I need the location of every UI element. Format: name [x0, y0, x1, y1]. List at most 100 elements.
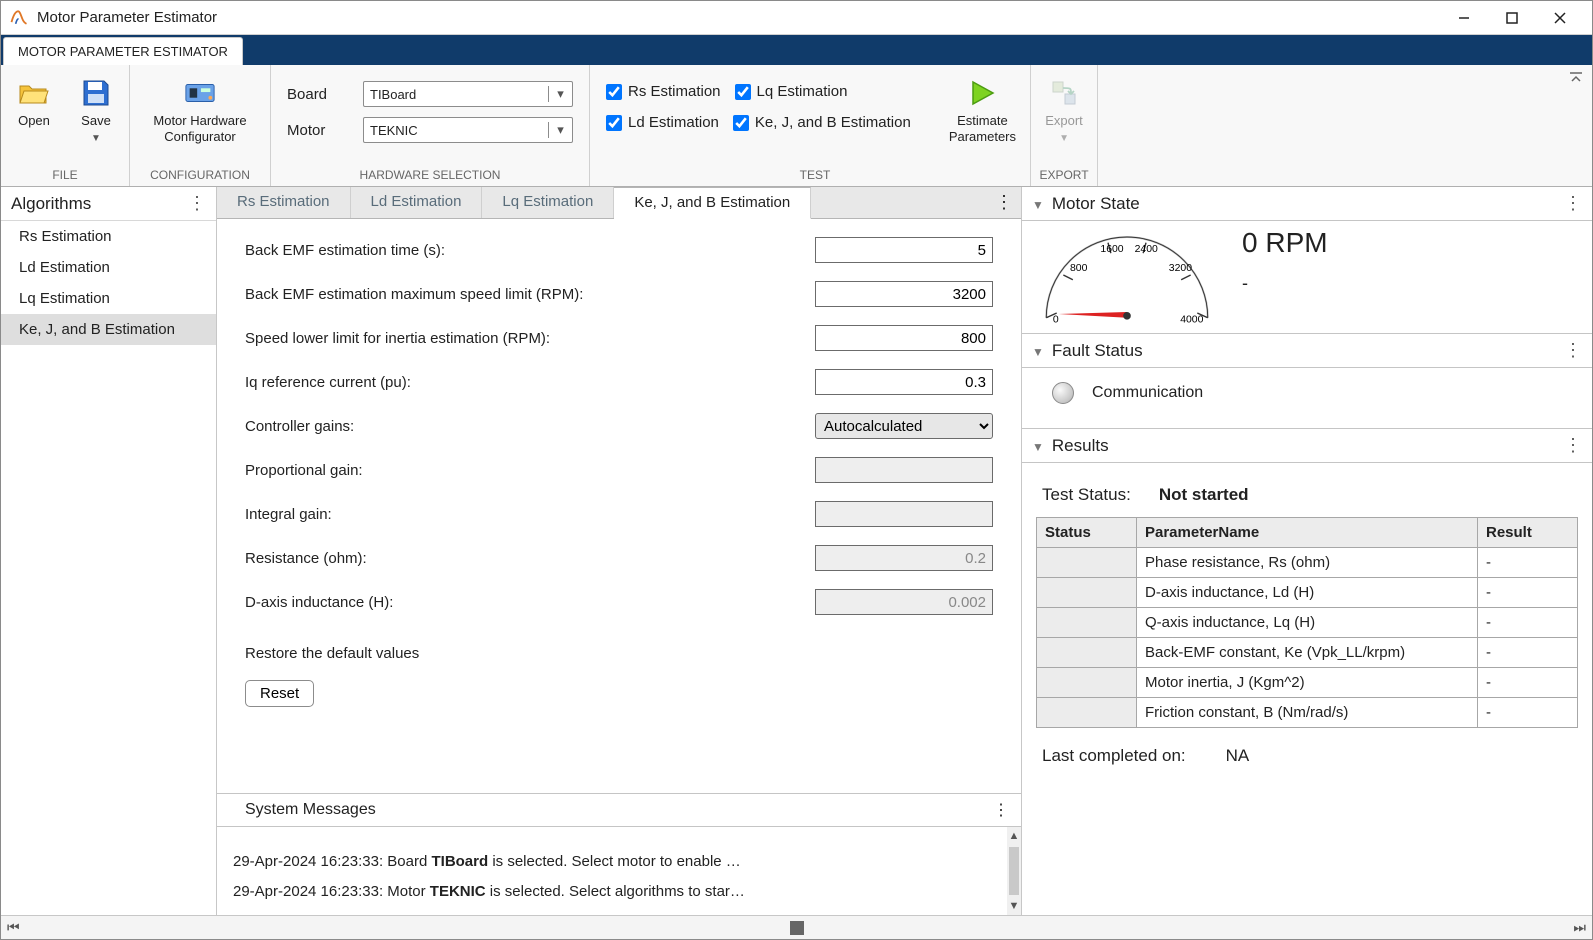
maximize-button[interactable] [1488, 1, 1536, 35]
minimize-button[interactable] [1440, 1, 1488, 35]
system-messages-scrollbar[interactable]: ▲ ▼ [1007, 827, 1021, 915]
collapse-icon[interactable]: ▼ [1032, 198, 1044, 212]
form-input[interactable] [815, 237, 993, 263]
motor-hardware-configurator-button[interactable]: Motor HardwareConfigurator [136, 73, 264, 148]
form-input [815, 589, 993, 615]
test-status-label: Test Status: [1042, 485, 1131, 505]
rs-estimation-checkbox[interactable]: Rs Estimation [606, 83, 721, 100]
form-label: Proportional gain: [245, 462, 815, 479]
lq-estimation-checkbox[interactable]: Lq Estimation [735, 83, 848, 100]
algorithms-title: Algorithms [11, 194, 91, 214]
ribbon-group-configuration: Motor HardwareConfigurator CONFIGURATION [130, 65, 271, 186]
caret-down-icon: ▼ [91, 133, 101, 144]
results-header: ▼Results ⋮ [1022, 428, 1592, 463]
export-button[interactable]: Export ▼ [1037, 73, 1091, 148]
motor-select[interactable]: TEKNIC ▾ [363, 117, 573, 143]
svg-text:3200: 3200 [1169, 263, 1192, 274]
algorithm-item[interactable]: Ke, J, and B Estimation [1, 314, 216, 345]
form-label: Integral gain: [245, 506, 815, 523]
restore-defaults-label: Restore the default values [245, 645, 993, 662]
caret-down-icon: ▾ [548, 122, 566, 138]
ribbon-group-file: Open Save ▼ FILE [1, 65, 130, 186]
form-label: Back EMF estimation maximum speed limit … [245, 286, 815, 303]
estimation-tab[interactable]: Rs Estimation [217, 187, 351, 218]
results-row: Back-EMF constant, Ke (Vpk_LL/krpm)- [1037, 638, 1578, 668]
board-label: Board [287, 86, 345, 103]
ribbon-group-hardware: Board TIBoard ▾ Motor TEKNIC ▾ HARDWARE … [271, 65, 590, 186]
motor-state-menu-button[interactable]: ⋮ [1564, 193, 1582, 214]
communication-label: Communication [1092, 384, 1203, 402]
form-label: D-axis inductance (H): [245, 594, 815, 611]
form-label: Iq reference current (pu): [245, 374, 815, 391]
collapse-icon[interactable]: ▼ [1032, 345, 1044, 359]
estimation-tab[interactable]: Ke, J, and B Estimation [614, 187, 811, 219]
algorithm-item[interactable]: Rs Estimation [1, 221, 216, 252]
splitter-handle[interactable] [790, 921, 804, 935]
ribbon-group-test: Rs Estimation Lq Estimation Ld Estimatio… [590, 65, 1031, 186]
estimation-tabbar: Rs EstimationLd EstimationLq EstimationK… [217, 187, 1021, 219]
form-input[interactable] [815, 325, 993, 351]
fault-status-menu-button[interactable]: ⋮ [1564, 340, 1582, 361]
ribbon-group-export: Export ▼ EXPORT [1031, 65, 1098, 186]
form-input [815, 545, 993, 571]
save-button[interactable]: Save ▼ [69, 73, 123, 148]
form-input [815, 501, 993, 527]
svg-text:2400: 2400 [1135, 244, 1158, 255]
nav-first-button[interactable]: ⏮ [7, 919, 20, 936]
reset-button[interactable]: Reset [245, 680, 314, 707]
form-row: Controller gains:Autocalculated [245, 413, 993, 439]
system-messages-menu-button[interactable]: ⋮ [993, 800, 1009, 820]
results-row: Q-axis inductance, Lq (H)- [1037, 608, 1578, 638]
form-row: Back EMF estimation time (s): [245, 237, 993, 263]
right-panel: ▼Motor State ⋮ 0 800 1600 2400 [1022, 187, 1592, 915]
results-menu-button[interactable]: ⋮ [1564, 435, 1582, 456]
results-row: Phase resistance, Rs (ohm)- [1037, 548, 1578, 578]
caret-down-icon: ▾ [548, 86, 566, 102]
form-row: Integral gain: [245, 501, 993, 527]
ribbon-collapse-button[interactable] [1098, 65, 1592, 186]
estimate-parameters-button[interactable]: EstimateParameters [941, 73, 1024, 148]
system-messages-header: System Messages ⋮ [217, 793, 1021, 827]
svg-text:1600: 1600 [1100, 244, 1123, 255]
parameter-form: Back EMF estimation time (s): Back EMF es… [217, 219, 1021, 793]
algorithm-item[interactable]: Ld Estimation [1, 252, 216, 283]
collapse-icon[interactable]: ▼ [1032, 440, 1044, 454]
motor-state-status: - [1242, 273, 1328, 294]
rpm-readout: 0 RPM [1242, 227, 1328, 259]
kejb-estimation-checkbox[interactable]: Ke, J, and B Estimation [733, 114, 911, 131]
folder-open-icon [18, 77, 50, 109]
algorithm-item[interactable]: Lq Estimation [1, 283, 216, 314]
ribbon-main-tab[interactable]: MOTOR PARAMETER ESTIMATOR [3, 37, 243, 65]
title-bar: Motor Parameter Estimator [1, 1, 1592, 35]
open-button[interactable]: Open [7, 73, 61, 133]
estimation-tab[interactable]: Ld Estimation [351, 187, 483, 218]
algorithms-menu-button[interactable]: ⋮ [188, 193, 206, 214]
form-input[interactable] [815, 369, 993, 395]
ld-estimation-checkbox[interactable]: Ld Estimation [606, 114, 719, 131]
estimation-tab[interactable]: Lq Estimation [482, 187, 614, 218]
fault-status-body: Communication [1022, 368, 1592, 428]
controller-gains-select[interactable]: Autocalculated [815, 413, 993, 439]
export-icon [1048, 77, 1080, 109]
nav-last-button[interactable]: ⏭ [1573, 919, 1586, 936]
circuit-board-icon [184, 77, 216, 109]
results-row: D-axis inductance, Ld (H)- [1037, 578, 1578, 608]
algorithms-list: Rs EstimationLd EstimationLq EstimationK… [1, 221, 216, 915]
board-select[interactable]: TIBoard ▾ [363, 81, 573, 107]
results-body: Test Status: Not started Status Paramete… [1022, 463, 1592, 794]
ribbon-tabstrip: MOTOR PARAMETER ESTIMATOR [1, 35, 1592, 65]
form-row: Proportional gain: [245, 457, 993, 483]
scroll-up-icon[interactable]: ▲ [1007, 827, 1021, 845]
svg-text:800: 800 [1070, 263, 1088, 274]
play-icon [966, 77, 998, 109]
app-logo-icon [9, 8, 29, 28]
form-label: Back EMF estimation time (s): [245, 242, 815, 259]
form-input[interactable] [815, 281, 993, 307]
floppy-disk-icon [80, 77, 112, 109]
status-bar: ⏮ ⏭ [1, 915, 1592, 939]
close-button[interactable] [1536, 1, 1584, 35]
scroll-down-icon[interactable]: ▼ [1007, 897, 1021, 915]
last-completed-label: Last completed on: [1042, 746, 1186, 766]
tabbar-menu-button[interactable]: ⋮ [987, 187, 1021, 218]
fault-status-header: ▼Fault Status ⋮ [1022, 333, 1592, 368]
